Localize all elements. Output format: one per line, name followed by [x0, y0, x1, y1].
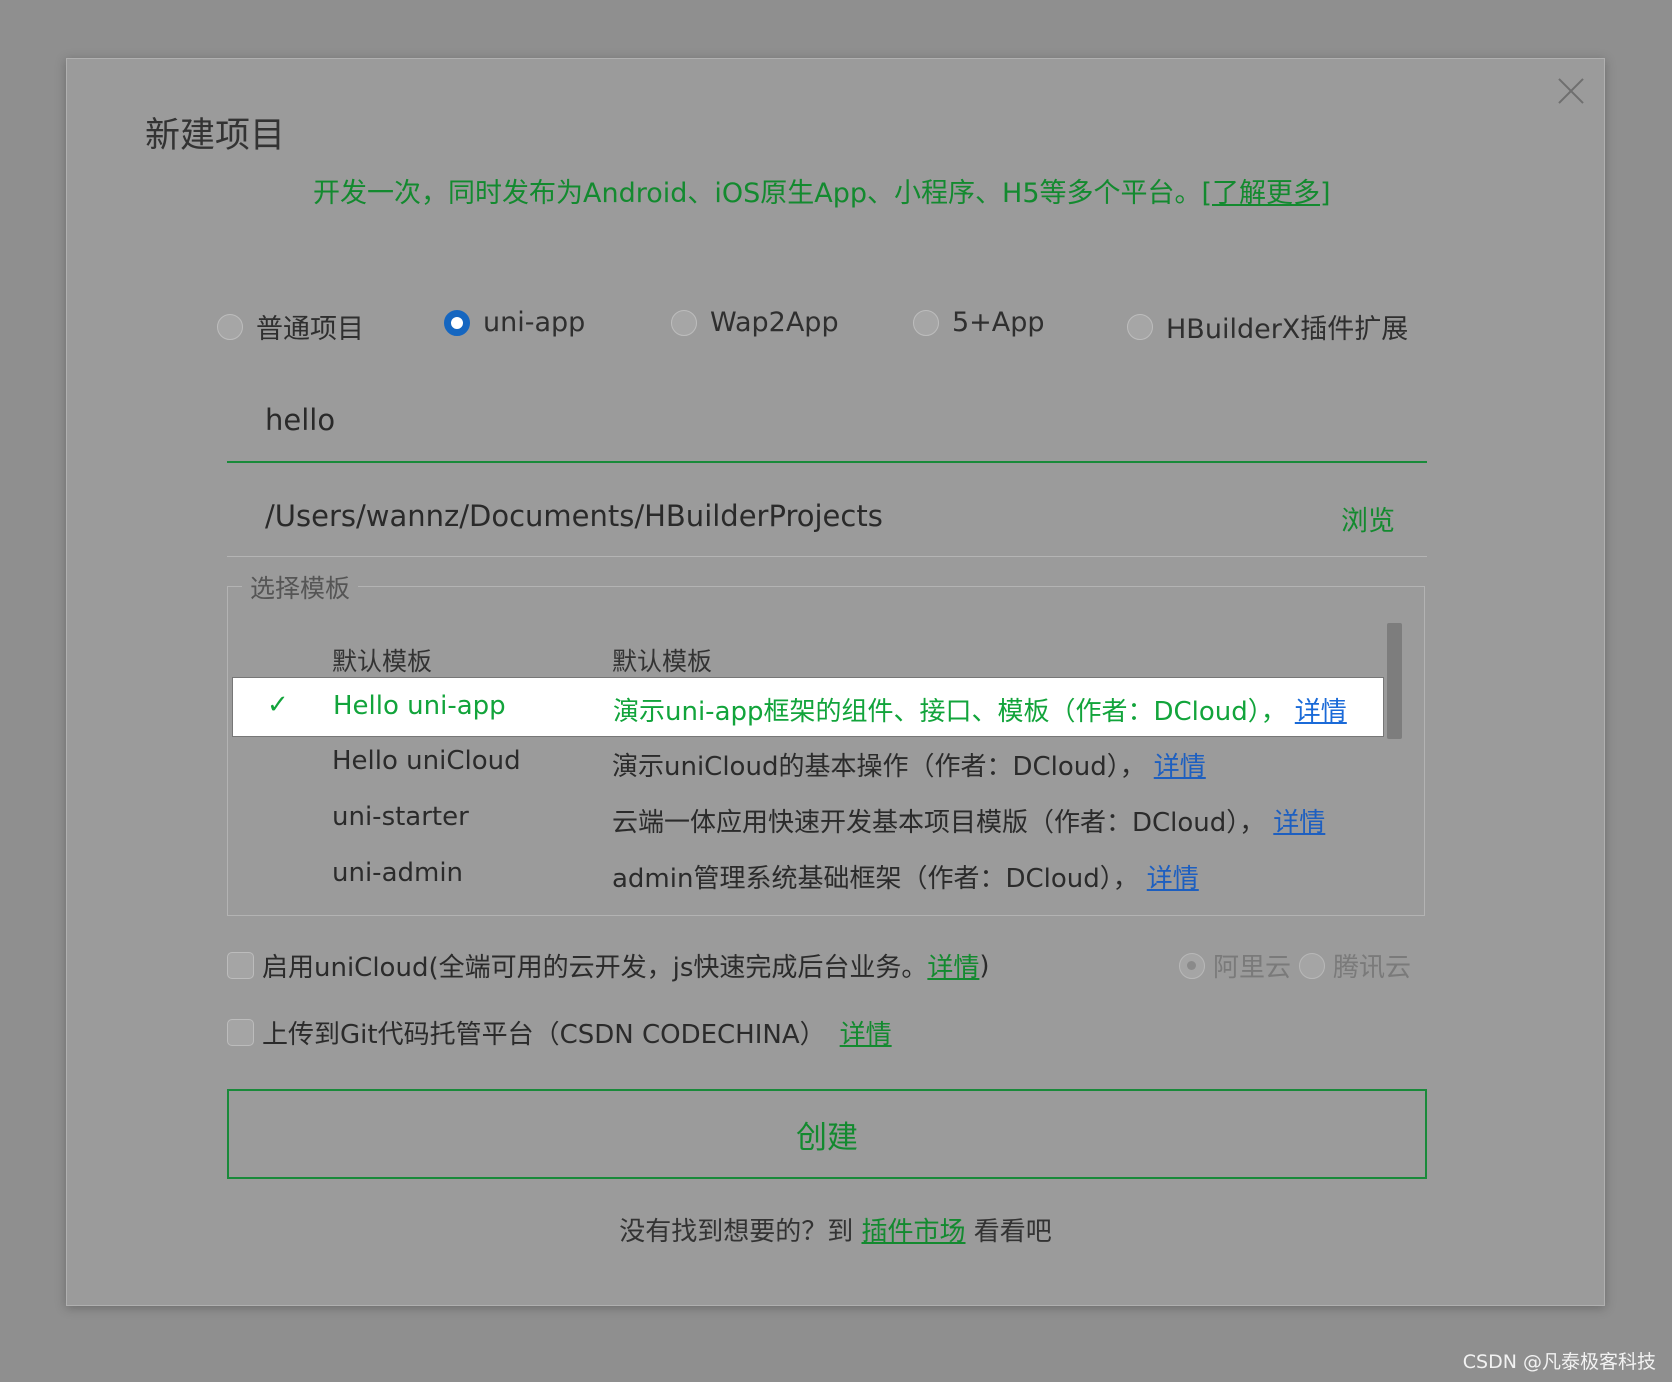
checkmark-icon: ✓: [267, 690, 289, 720]
template-desc-text: admin管理系统基础框架（作者：DCloud），: [612, 864, 1139, 894]
radio-uni-app[interactable]: uni-app: [444, 307, 585, 338]
subtitle-text: 开发一次，同时发布为Android、iOS原生App、小程序、H5等多个平台。: [313, 178, 1202, 209]
project-type-group: 普通项目 uni-app Wap2App 5+App HBuilderX插件扩展: [67, 307, 1604, 347]
radio-aliyun-icon[interactable]: [1179, 952, 1205, 979]
template-desc-text: 云端一体应用快速开发基本项目模版（作者：DCloud），: [612, 808, 1266, 838]
learn-more-link[interactable]: [了解更多]: [1202, 178, 1331, 209]
template-header-name: 默认模板: [332, 647, 433, 676]
provider-tencent-label: 腾讯云: [1333, 953, 1412, 983]
dialog-title: 新建项目: [145, 116, 286, 156]
radio-circle-icon: [671, 309, 697, 336]
close-icon[interactable]: [1553, 73, 1589, 109]
radio-circle-icon: [913, 309, 939, 336]
unicloud-option: 启用uniCloud(全端可用的云开发，js快速完成后台业务。 详情): [227, 947, 990, 984]
dialog-subtitle: 开发一次，同时发布为Android、iOS原生App、小程序、H5等多个平台。[…: [313, 171, 1331, 210]
git-checkbox[interactable]: [227, 1019, 254, 1046]
project-path-field: 浏览: [227, 499, 1427, 557]
template-desc: 云端一体应用快速开发基本项目模版（作者：DCloud）， 详情: [612, 802, 1325, 839]
template-desc-text: 演示uniCloud的基本操作（作者：DCloud），: [612, 752, 1146, 782]
radio-label: Wap2App: [710, 307, 839, 338]
radio-label: uni-app: [483, 307, 586, 338]
template-detail-link[interactable]: 详情: [1154, 752, 1206, 782]
footer-prefix: 没有找到想要的？到: [619, 1217, 854, 1247]
radio-label: HBuilderX插件扩展: [1166, 314, 1409, 345]
unicloud-label: 启用uniCloud(全端可用的云开发，js快速完成后台业务。: [262, 953, 928, 983]
unicloud-checkbox[interactable]: [227, 952, 254, 979]
template-row-hello-uni-app[interactable]: ✓ Hello uni-app 演示uni-app框架的组件、接口、模板（作者：…: [232, 677, 1384, 737]
radio-normal-project[interactable]: 普通项目: [217, 307, 364, 346]
radio-hbuilderx-plugin[interactable]: HBuilderX插件扩展: [1127, 307, 1408, 346]
template-name: uni-admin: [332, 858, 464, 888]
project-name-input[interactable]: [265, 403, 1285, 437]
radio-circle-icon: [1127, 313, 1153, 340]
project-name-field: [227, 377, 1427, 463]
template-row-uni-admin[interactable]: uni-admin admin管理系统基础框架（作者：DCloud）， 详情: [232, 845, 1384, 905]
new-project-dialog: 新建项目 开发一次，同时发布为Android、iOS原生App、小程序、H5等多…: [66, 58, 1605, 1306]
unicloud-label-close: ): [979, 950, 990, 981]
radio-wap2app[interactable]: Wap2App: [671, 307, 839, 338]
footer-suffix: 看看吧: [973, 1217, 1052, 1247]
template-detail-link[interactable]: 详情: [1147, 864, 1199, 894]
unicloud-detail-link[interactable]: 详情: [927, 947, 979, 984]
git-label: 上传到Git代码托管平台（CSDN CODECHINA）: [262, 1020, 826, 1050]
template-name: uni-starter: [332, 802, 469, 832]
create-button[interactable]: 创建: [227, 1089, 1427, 1179]
template-row-uni-starter[interactable]: uni-starter 云端一体应用快速开发基本项目模版（作者：DCloud），…: [232, 789, 1384, 849]
plugin-market-link[interactable]: 插件市场: [861, 1217, 965, 1247]
template-detail-link[interactable]: 详情: [1295, 697, 1347, 727]
template-desc: 演示uniCloud的基本操作（作者：DCloud）， 详情: [612, 746, 1206, 783]
git-option: 上传到Git代码托管平台（CSDN CODECHINA） 详情: [227, 1014, 892, 1051]
radio-label: 普通项目: [256, 314, 364, 345]
template-header-desc: 默认模板: [612, 647, 713, 676]
template-row-hello-unicloud[interactable]: Hello uniCloud 演示uniCloud的基本操作（作者：DCloud…: [232, 733, 1384, 793]
git-detail-link[interactable]: 详情: [840, 1014, 892, 1051]
radio-circle-icon: [217, 313, 243, 340]
radio-5plus-app[interactable]: 5+App: [913, 307, 1045, 338]
template-name: Hello uniCloud: [332, 746, 521, 776]
template-desc-text: 演示uni-app框架的组件、接口、模板（作者：DCloud），: [613, 697, 1287, 727]
provider-aliyun-label: 阿里云: [1213, 953, 1292, 983]
template-scrollbar[interactable]: [1387, 623, 1402, 739]
template-desc: admin管理系统基础框架（作者：DCloud）， 详情: [612, 858, 1199, 895]
radio-tencent-icon[interactable]: [1299, 952, 1326, 979]
cloud-provider-group: 阿里云 腾讯云: [1179, 947, 1411, 984]
template-legend: 选择模板: [242, 569, 359, 605]
browse-button[interactable]: 浏览: [1341, 499, 1395, 538]
radio-label: 5+App: [952, 307, 1045, 338]
template-detail-link[interactable]: 详情: [1273, 808, 1325, 838]
project-path-input[interactable]: [265, 499, 1285, 533]
template-desc: 演示uni-app框架的组件、接口、模板（作者：DCloud）， 详情: [613, 691, 1347, 728]
template-name: Hello uni-app: [333, 691, 506, 721]
plugin-market-hint: 没有找到想要的？到 插件市场 看看吧: [67, 1211, 1604, 1248]
watermark: CSDN @凡泰极客科技: [1462, 1351, 1656, 1373]
template-selector: 选择模板 默认模板 默认模板 ✓ Hello uni-app 演示uni-app…: [227, 569, 1425, 916]
radio-selected-icon: [444, 309, 470, 336]
